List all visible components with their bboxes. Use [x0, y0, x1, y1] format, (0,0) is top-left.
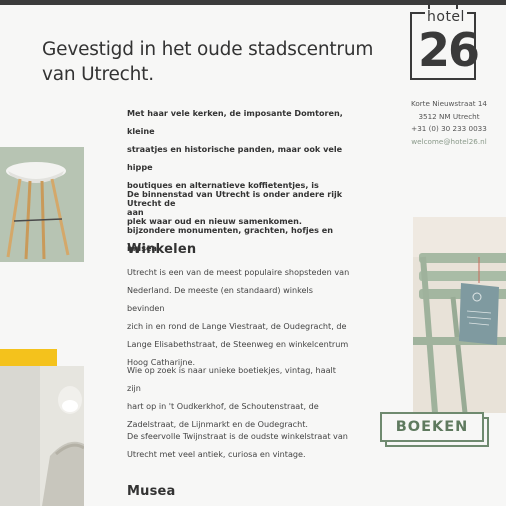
winkelen-paragraph-1: Utrecht is een van de meest populaire sh…: [127, 263, 352, 371]
page-headline: Gevestigd in het oude stadscentrum van U…: [42, 37, 382, 87]
winkelen-p1-line: Utrecht is een van de meest populaire sh…: [127, 267, 350, 277]
headline-line-1: Gevestigd in het oude stadscentrum: [42, 39, 374, 60]
winkelen-p3-line: De sfeervolle Twijnstraat is de oudste w…: [127, 431, 348, 441]
contact-block: Korte Nieuwstraat 14 3512 NM Utrecht +31…: [396, 98, 502, 148]
winkelen-p1-line: Lange Elisabethstraat, de Steenweg en wi…: [127, 339, 349, 349]
headline-line-2: van Utrecht.: [42, 64, 154, 85]
winkelen-p1-line: Nederland. De meeste (en standaard) wink…: [127, 285, 313, 313]
contact-email[interactable]: welcome@hotel26.nl: [396, 136, 502, 149]
intro-p2-line: De binnenstad van Utrecht is onder ander…: [127, 189, 343, 217]
contact-postal: 3512 NM Utrecht: [418, 111, 480, 121]
intro-p1-line: Met haar vele kerken, de imposante Domto…: [127, 108, 343, 136]
garden-chair-image: [413, 217, 506, 413]
section-title-musea: Musea: [127, 484, 176, 499]
bar-stool-image: [6, 162, 70, 260]
contact-phone[interactable]: +31 (0) 30 233 0033: [396, 123, 502, 136]
section-title-winkelen: Winkelen: [127, 242, 197, 257]
winkelen-p3-line: Utrecht met veel antiek, curiosa en vint…: [127, 449, 306, 459]
hotel26-logo[interactable]: hotel 26: [410, 3, 480, 82]
winkelen-p2-line: hart op in 't Oudkerkhof, de Schoutenstr…: [127, 401, 319, 411]
booking-button-wrap: BOEKEN: [380, 412, 490, 448]
winkelen-paragraph-2: Wie op zoek is naar unieke boetiekjes, v…: [127, 361, 352, 433]
pendant-lamp-image: [0, 366, 84, 506]
logo-number: 26: [418, 23, 480, 77]
book-button[interactable]: BOEKEN: [380, 412, 484, 442]
contact-street: Korte Nieuwstraat 14: [410, 99, 488, 108]
yellow-accent-bar: [0, 349, 57, 367]
winkelen-p2-line: Wie op zoek is naar unieke boetiekjes, v…: [127, 365, 336, 393]
intro-p1-line: straatjes en historische panden, maar oo…: [127, 144, 343, 172]
top-bar: [0, 0, 506, 5]
winkelen-paragraph-3: De sfeervolle Twijnstraat is de oudste w…: [127, 427, 352, 463]
winkelen-p1-line: zich in en rond de Lange Viestraat, de O…: [127, 321, 347, 331]
